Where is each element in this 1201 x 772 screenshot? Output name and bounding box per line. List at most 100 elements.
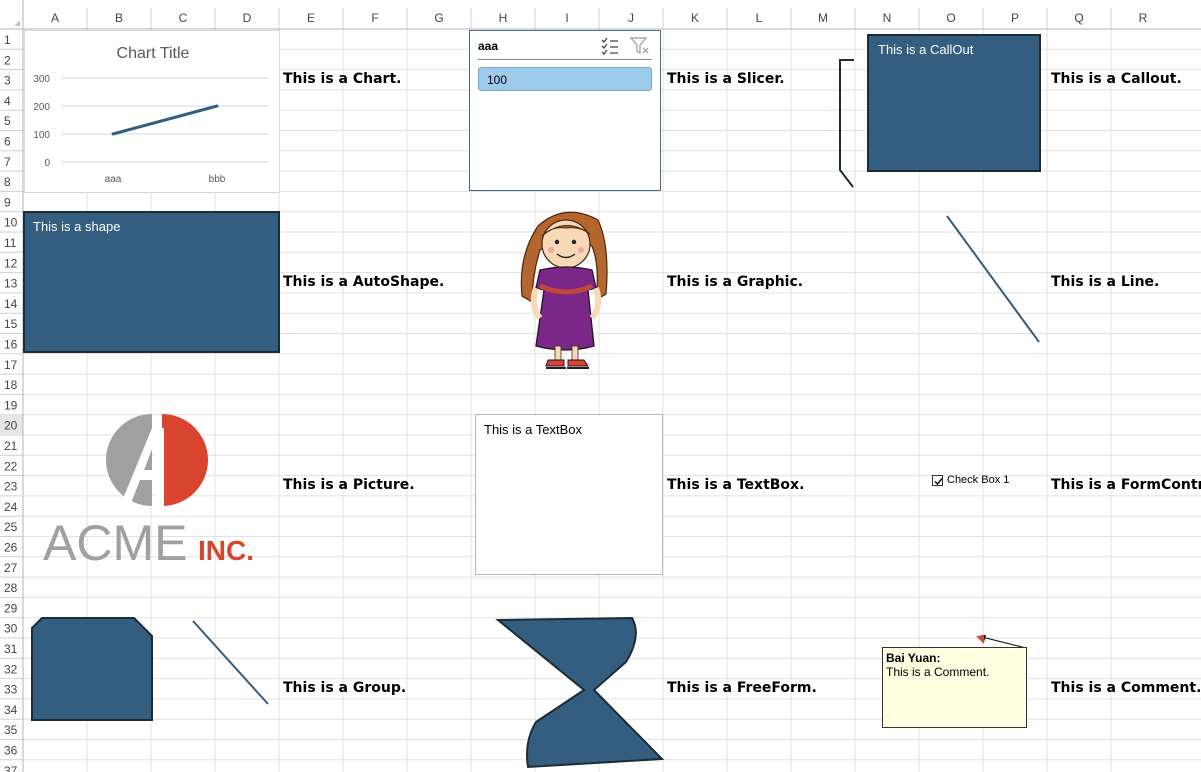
label-textbox[interactable]: This is a TextBox. [667,477,804,493]
column-header-G[interactable]: G [434,11,443,25]
row-header-31[interactable]: 31 [4,642,18,656]
freeform-shape[interactable] [494,614,666,772]
row-header-18[interactable]: 18 [4,378,18,392]
group-line [192,620,269,705]
column-header-H[interactable]: H [499,11,508,25]
checkbox-form-control[interactable]: Check Box 1 [932,474,1009,486]
row-header-6[interactable]: 6 [4,135,11,149]
group-object[interactable] [28,614,273,724]
row-header-35[interactable]: 35 [4,723,18,737]
column-header-I[interactable]: I [565,11,568,25]
label-formcontrol[interactable]: This is a FormControl [1051,477,1201,493]
autoshape-text: This is a shape [33,219,121,234]
textbox-object[interactable]: This is a TextBox [475,414,663,575]
row-header-1[interactable]: 1 [4,33,11,47]
label-callout[interactable]: This is a Callout. [1051,71,1182,87]
row-header-30[interactable]: 30 [4,622,18,636]
slicer-item-100[interactable]: 100 [478,67,652,91]
column-header-Q[interactable]: Q [1074,11,1083,25]
column-header-A[interactable]: A [51,11,59,25]
multi-select-icon[interactable] [600,37,620,55]
row-header-28[interactable]: 28 [4,581,18,595]
row-header-26[interactable]: 26 [4,541,18,555]
row-header-29[interactable]: 29 [4,601,18,615]
column-header-C[interactable]: C [179,11,188,25]
row-header-34[interactable]: 34 [4,703,18,717]
column-header-O[interactable]: O [946,11,955,25]
checkbox-box[interactable] [932,474,943,486]
acme-logo-picture[interactable]: ACME INC. [40,410,265,570]
line-shape[interactable] [940,210,1046,350]
row-header-36[interactable]: 36 [4,744,18,758]
row-header-2[interactable]: 2 [4,53,11,67]
row-header-13[interactable]: 13 [4,277,18,291]
autoshape-rectangle[interactable]: This is a shape [23,211,280,353]
chart-ytick-label: 0 [44,158,50,169]
row-header-19[interactable]: 19 [4,398,18,412]
column-header-N[interactable]: N [883,11,892,25]
clear-filter-icon[interactable] [630,37,650,55]
row-header-11[interactable]: 11 [4,236,17,250]
slicer[interactable]: aaa 100 [469,30,661,191]
row-header-3[interactable]: 3 [4,74,11,88]
label-group[interactable]: This is a Group. [283,680,406,696]
callout-text: This is a CallOut [878,42,974,57]
row-header-15[interactable]: 15 [4,317,18,331]
chart-ytick-label: 300 [33,74,50,85]
row-header-14[interactable]: 14 [4,297,18,311]
row-header-21[interactable]: 21 [4,439,18,453]
row-header-37[interactable]: 37 [4,764,18,772]
row-header-22[interactable]: 22 [4,459,18,473]
label-autoshape[interactable]: This is a AutoShape. [283,274,444,290]
girl-graphic[interactable] [510,206,620,374]
chart-ytick-label: 100 [33,130,50,141]
label-freeform[interactable]: This is a FreeForm. [667,680,817,696]
label-chart[interactable]: This is a Chart. [283,71,401,87]
chart-title[interactable]: Chart Title [117,45,190,62]
label-line[interactable]: This is a Line. [1051,274,1159,290]
group-snipped-rectangle [31,617,153,721]
checkmark-icon [934,477,943,485]
comment-box[interactable]: Bai Yuan: This is a Comment. [882,647,1027,728]
row-header-25[interactable]: 25 [4,520,18,534]
label-picture[interactable]: This is a Picture. [283,477,415,493]
row-header-10[interactable]: 10 [4,216,18,230]
column-header-F[interactable]: F [371,11,378,25]
column-header-R[interactable]: R [1139,11,1148,25]
row-header-24[interactable]: 24 [4,500,18,514]
column-header-M[interactable]: M [818,11,828,25]
textbox-text: This is a TextBox [484,422,583,437]
row-header-16[interactable]: 16 [4,338,18,352]
chart-data-point[interactable] [111,132,115,136]
row-header-9[interactable]: 9 [4,195,11,209]
row-header-27[interactable]: 27 [4,561,18,575]
row-header-7[interactable]: 7 [4,155,11,169]
column-header-J[interactable]: J [628,11,634,25]
row-header-17[interactable]: 17 [4,358,18,372]
row-header-23[interactable]: 23 [4,480,18,494]
column-header-D[interactable]: D [243,11,252,25]
row-header-20[interactable]: 20 [4,419,18,433]
chart-object[interactable]: Chart Title 0 100 200 300 aaa bbb [24,30,280,193]
row-header-5[interactable]: 5 [4,114,11,128]
column-header-L[interactable]: L [756,11,763,25]
row-header-33[interactable]: 33 [4,683,18,697]
chart-ytick-label: 200 [33,102,50,113]
row-header-12[interactable]: 12 [4,256,18,270]
column-header-B[interactable]: B [115,11,123,25]
row-header-8[interactable]: 8 [4,175,11,189]
label-graphic[interactable]: This is a Graphic. [667,274,803,290]
chart-series-line[interactable] [112,104,218,136]
row-header-4[interactable]: 4 [4,94,11,108]
label-slicer[interactable]: This is a Slicer. [667,71,785,87]
comment-indicator-icon[interactable] [976,636,984,644]
column-header-P[interactable]: P [1011,11,1019,25]
label-comment[interactable]: This is a Comment. [1051,680,1201,696]
column-header-E[interactable]: E [307,11,315,25]
callout-shape[interactable]: This is a CallOut [867,34,1041,172]
row-header-32[interactable]: 32 [4,662,18,676]
comment-text: This is a Comment. [886,665,990,679]
column-header-K[interactable]: K [691,11,699,25]
logo-text-suffix: INC. [198,535,254,566]
chart-data-point[interactable] [215,104,219,108]
